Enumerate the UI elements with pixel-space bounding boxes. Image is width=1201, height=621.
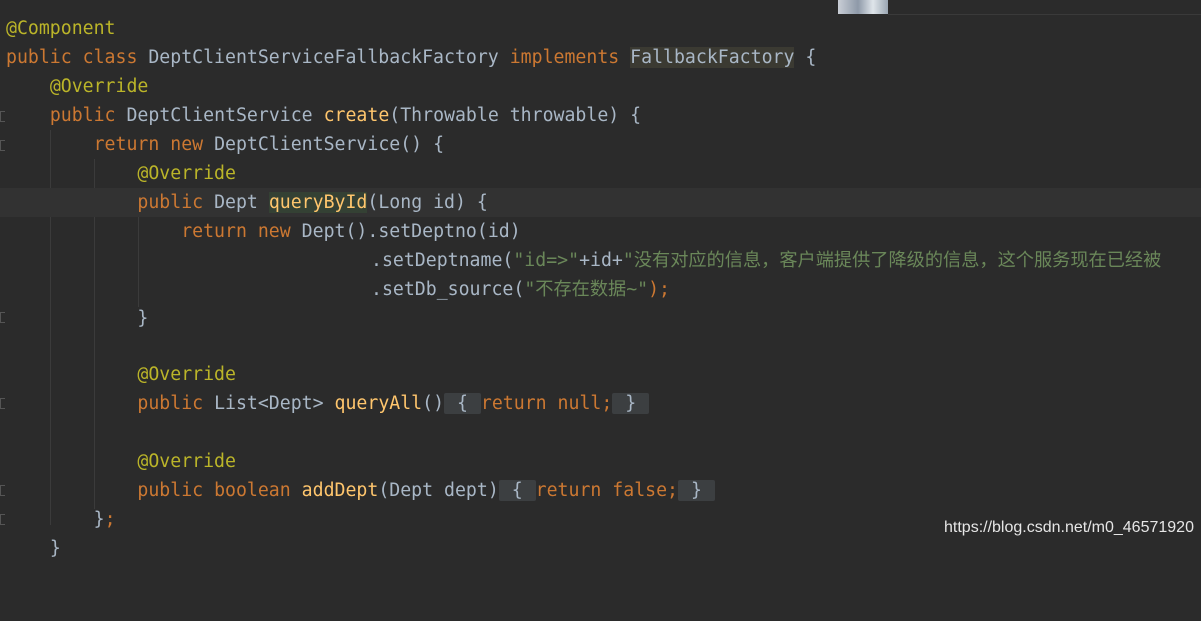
concat: +id+ (579, 250, 623, 271)
code-line-current[interactable]: public Dept queryById(Long id) { (0, 188, 1201, 217)
method-name: create (323, 105, 390, 126)
params: (Throwable throwable) { (389, 105, 642, 126)
code-line[interactable]: .setDeptname("id=>"+id+"没有对应的信息，客户端提供了降级… (0, 246, 1201, 275)
string-literal: "没有对应的信息，客户端提供了降级的信息，这个服务现在已经被 (622, 250, 1162, 271)
code-line[interactable]: @Override (0, 447, 1201, 476)
folded-body[interactable]: } (612, 393, 650, 414)
watermark-text: https://blog.csdn.net/m0_46571920 (944, 519, 1194, 536)
interface-name: FallbackFactory (630, 47, 795, 68)
annotation: @Override (49, 76, 149, 97)
keyword: return (480, 393, 547, 414)
code-line[interactable]: @Component (0, 14, 1201, 43)
keyword: new (257, 221, 291, 242)
keyword: new (170, 134, 204, 155)
fold-brace: { (456, 393, 468, 414)
fold-brace: { (511, 480, 523, 501)
string-literal: "不存在数据~" (524, 279, 649, 300)
return-type: Dept (214, 192, 258, 213)
fold-brace: } (625, 393, 637, 414)
keyword: public (49, 105, 116, 126)
brace: } (137, 308, 149, 329)
code-line[interactable]: return new DeptClientService() { (0, 130, 1201, 159)
code-line[interactable]: public List<Dept> queryAll() { return nu… (0, 389, 1201, 418)
keyword: public (137, 393, 204, 414)
annotation: @Override (137, 163, 236, 184)
return-type: DeptClientService (126, 105, 313, 126)
embedded-image-thumbnail (838, 0, 888, 14)
params: (Long id) { (367, 192, 488, 213)
keyword: null; (557, 393, 613, 414)
code-line[interactable]: } (0, 304, 1201, 333)
method-call: .setDeptname( (371, 250, 514, 271)
method-name: addDept (301, 480, 379, 501)
params: (Dept dept) (378, 480, 499, 501)
keyword: boolean (214, 480, 291, 501)
code-editor[interactable]: @Component public class DeptClientServic… (0, 0, 1201, 559)
keyword: class (82, 47, 138, 68)
code-line[interactable]: @Override (0, 72, 1201, 101)
annotation: @Override (137, 451, 236, 472)
annotation: @Override (137, 364, 236, 385)
method-name: queryAll (334, 393, 423, 414)
code-line[interactable]: @Override (0, 159, 1201, 188)
keyword: public (137, 480, 204, 501)
keyword: public (6, 47, 72, 68)
keyword: return (181, 221, 247, 242)
keyword: return (535, 480, 602, 501)
folded-body[interactable]: { (444, 393, 481, 414)
return-type: List<Dept> (214, 393, 324, 414)
top-strip (888, 0, 1201, 15)
keyword: public (137, 192, 204, 213)
brace: } (93, 509, 105, 530)
code-line[interactable]: @Override (0, 360, 1201, 389)
code-line[interactable]: .setDb_source("不存在数据~"); (0, 275, 1201, 304)
class-name: DeptClientServiceFallbackFactory (148, 47, 499, 68)
folded-body[interactable]: } (678, 480, 715, 501)
method-name: queryById (268, 192, 368, 213)
code-line[interactable]: public class DeptClientServiceFallbackFa… (0, 43, 1201, 72)
terminator: ; (104, 509, 116, 530)
code-line[interactable]: public boolean addDept(Dept dept) { retu… (0, 476, 1201, 505)
keyword: return (93, 134, 160, 155)
annotation: @Component (6, 18, 116, 39)
terminator: ); (648, 279, 671, 300)
keyword: false; (612, 480, 678, 501)
keyword: implements (509, 47, 620, 68)
expression: DeptClientService() { (214, 134, 445, 155)
code-line[interactable]: public DeptClientService create(Throwabl… (0, 101, 1201, 130)
params: () (422, 393, 445, 414)
code-line[interactable]: return new Dept().setDeptno(id) (0, 217, 1201, 246)
folded-body[interactable]: { (498, 480, 536, 501)
string-literal: "id=>" (513, 250, 580, 271)
expression: Dept().setDeptno(id) (301, 221, 521, 242)
method-call: .setDb_source( (371, 279, 525, 300)
brace: { (805, 47, 817, 68)
fold-brace: } (690, 480, 702, 501)
